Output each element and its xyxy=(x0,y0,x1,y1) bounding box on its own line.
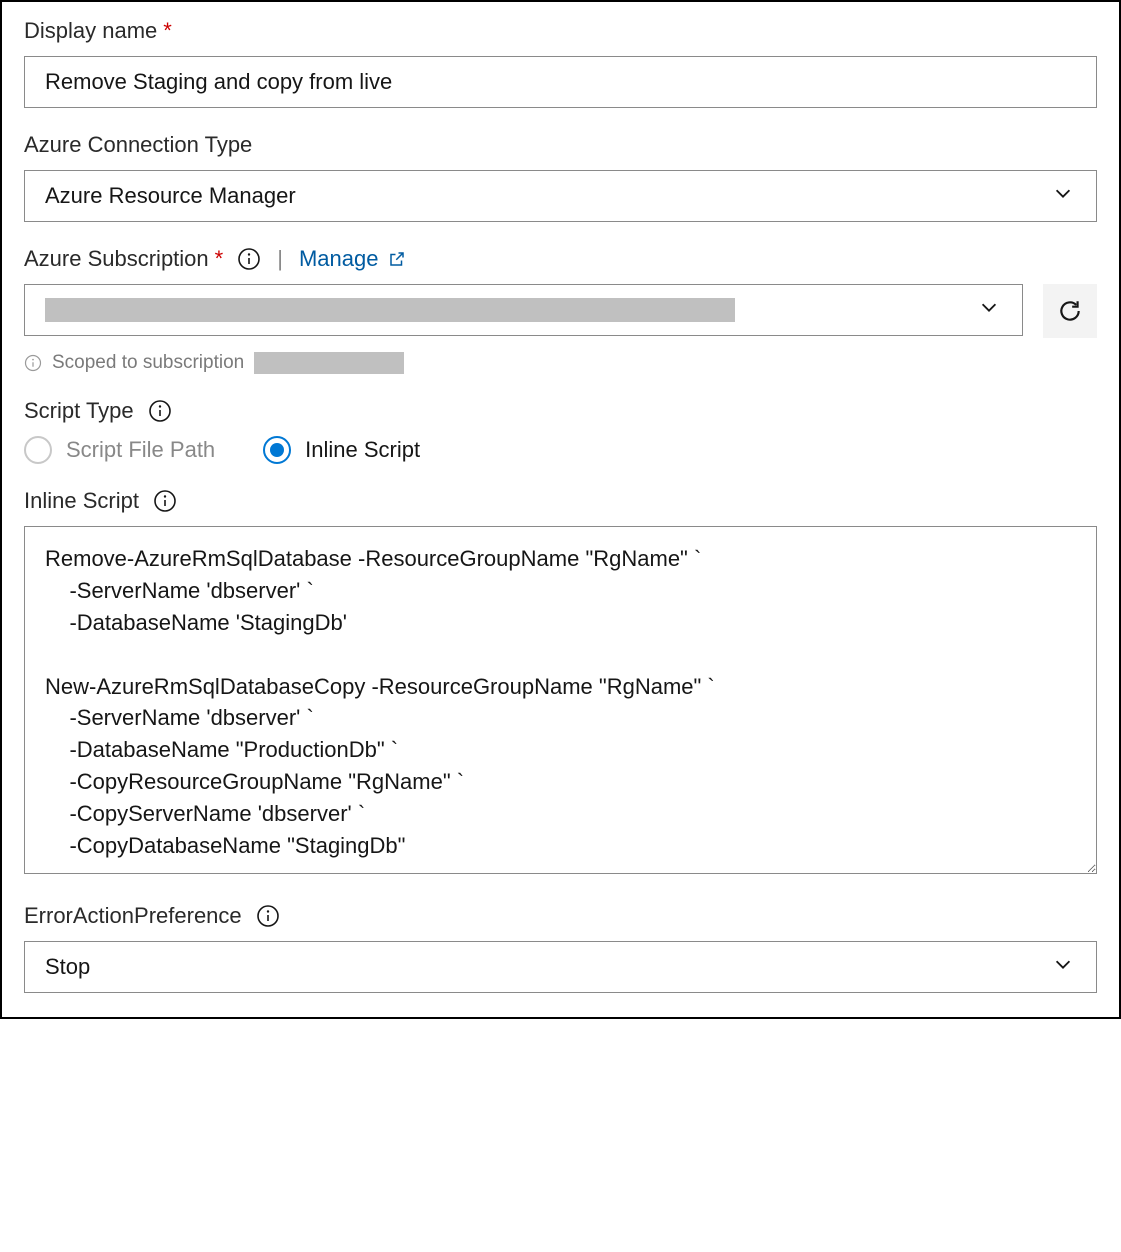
connection-type-field: Azure Connection Type Azure Resource Man… xyxy=(24,132,1097,222)
subscription-value-redacted xyxy=(45,298,735,322)
subscription-field: Azure Subscription * | Manage xyxy=(24,246,1097,374)
error-pref-value: Stop xyxy=(45,954,90,980)
subscription-select[interactable] xyxy=(24,284,1023,336)
manage-link-text: Manage xyxy=(299,246,379,272)
connection-type-label: Azure Connection Type xyxy=(24,132,252,158)
inline-script-textarea[interactable] xyxy=(24,526,1097,874)
chevron-down-icon xyxy=(978,296,1000,324)
refresh-icon xyxy=(1057,298,1083,324)
chevron-down-icon xyxy=(1052,953,1074,981)
radio-script-file-path[interactable]: Script File Path xyxy=(24,436,215,464)
required-asterisk: * xyxy=(163,18,172,44)
error-pref-select[interactable]: Stop xyxy=(24,941,1097,993)
radio-unchecked-icon xyxy=(24,436,52,464)
info-icon xyxy=(24,354,42,372)
chevron-down-icon xyxy=(1052,182,1074,210)
error-pref-label: ErrorActionPreference xyxy=(24,903,242,929)
inline-script-label: Inline Script xyxy=(24,488,139,514)
script-type-field: Script Type Script File Path Inline Scri… xyxy=(24,398,1097,464)
info-icon[interactable] xyxy=(148,399,172,423)
inline-script-field: Inline Script xyxy=(24,488,1097,879)
radio-inline-label: Inline Script xyxy=(305,437,420,463)
required-asterisk: * xyxy=(215,246,224,272)
refresh-button[interactable] xyxy=(1043,284,1097,338)
display-name-input[interactable] xyxy=(24,56,1097,108)
display-name-label: Display name * xyxy=(24,18,172,44)
connection-type-value: Azure Resource Manager xyxy=(45,183,296,209)
external-link-icon xyxy=(388,250,406,268)
info-icon[interactable] xyxy=(256,904,280,928)
separator: | xyxy=(275,246,285,272)
manage-link[interactable]: Manage xyxy=(299,246,407,272)
info-icon[interactable] xyxy=(237,247,261,271)
display-name-label-text: Display name xyxy=(24,18,157,44)
connection-type-select[interactable]: Azure Resource Manager xyxy=(24,170,1097,222)
radio-file-path-label: Script File Path xyxy=(66,437,215,463)
display-name-field: Display name * xyxy=(24,18,1097,108)
info-icon[interactable] xyxy=(153,489,177,513)
subscription-scope-text: Scoped to subscription xyxy=(52,352,244,374)
subscription-scope-note: Scoped to subscription xyxy=(24,352,1097,374)
radio-inline-script[interactable]: Inline Script xyxy=(263,436,420,464)
subscription-scope-redacted xyxy=(254,352,404,374)
error-pref-field: ErrorActionPreference Stop xyxy=(24,903,1097,993)
script-type-label: Script Type xyxy=(24,398,134,424)
subscription-label-text: Azure Subscription xyxy=(24,246,209,272)
subscription-label: Azure Subscription * xyxy=(24,246,223,272)
radio-checked-icon xyxy=(263,436,291,464)
